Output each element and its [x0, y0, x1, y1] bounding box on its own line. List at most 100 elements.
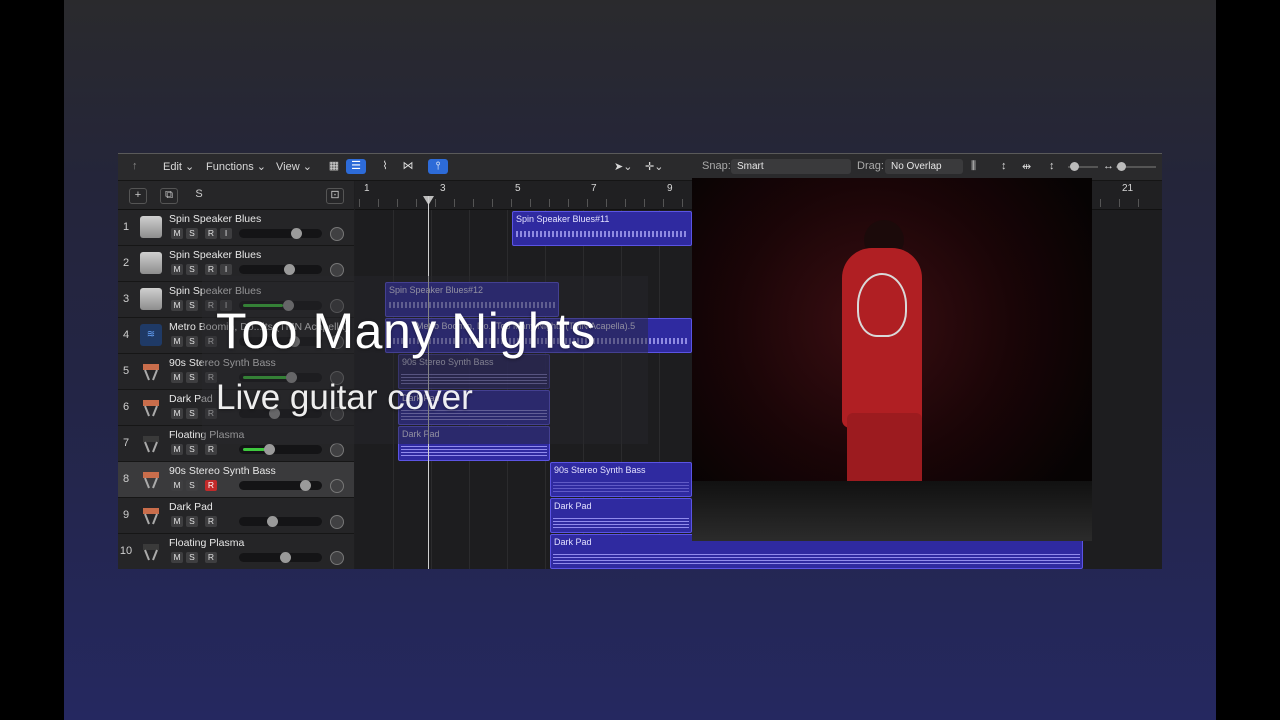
mute-button[interactable]: M	[171, 264, 183, 275]
list-view-icon[interactable]: ☰	[346, 159, 366, 174]
mute-button[interactable]: M	[171, 228, 183, 239]
pan-knob[interactable]	[330, 227, 344, 241]
view-menu[interactable]: View ⌄	[276, 160, 312, 173]
edit-menu[interactable]: Edit ⌄	[163, 160, 194, 173]
volume-fader[interactable]	[239, 264, 322, 275]
input-monitor-button[interactable]: I	[220, 264, 232, 275]
ruler-tick	[530, 199, 531, 207]
track-number: 5	[122, 365, 130, 377]
ruler-tick	[549, 199, 550, 207]
ruler-tick	[378, 199, 379, 207]
functions-menu[interactable]: Functions ⌄	[206, 160, 266, 173]
bar-number: 7	[591, 183, 597, 194]
snap-select[interactable]: Smart	[731, 159, 851, 174]
record-enable-button[interactable]: R	[205, 480, 217, 491]
mute-button[interactable]: M	[171, 336, 183, 347]
synth-icon	[140, 540, 162, 562]
solo-button[interactable]: S	[186, 552, 198, 563]
region-label: Spin Speaker Blues#11	[516, 214, 610, 224]
ruler-tick	[568, 199, 569, 207]
solo-button[interactable]: S	[186, 408, 198, 419]
add-track-button[interactable]: +	[129, 188, 147, 204]
track-number: 6	[122, 401, 130, 413]
vertical-zoom-slider[interactable]	[1068, 162, 1098, 171]
track-name[interactable]: 90s Stereo Synth Bass	[169, 465, 276, 477]
mute-button[interactable]: M	[171, 552, 183, 563]
pencil-tool-icon[interactable]: ✛⌄	[645, 160, 663, 173]
track-number: 7	[122, 437, 130, 449]
bar-number: 1	[364, 183, 370, 194]
audio-region[interactable]: Spin Speaker Blues#11	[512, 211, 692, 246]
track-row-selected[interactable]: 8 90s Stereo Synth Bass M S R	[118, 462, 354, 498]
stage-floor	[692, 481, 1092, 541]
solo-button[interactable]: S	[186, 516, 198, 527]
solo-button[interactable]: S	[186, 300, 198, 311]
ruler-tick	[492, 199, 493, 207]
volume-fader[interactable]	[239, 480, 322, 491]
pan-knob[interactable]	[330, 263, 344, 277]
mute-button[interactable]: M	[171, 372, 183, 383]
pan-knob[interactable]	[330, 443, 344, 457]
pan-knob[interactable]	[330, 515, 344, 529]
track-name[interactable]: Spin Speaker Blues	[169, 213, 261, 225]
global-tracks-icon[interactable]: ⊡	[326, 188, 344, 204]
volume-fader[interactable]	[239, 516, 322, 527]
solo-button[interactable]: S	[186, 336, 198, 347]
amp-icon	[140, 252, 162, 274]
record-button[interactable]: R	[205, 444, 217, 455]
amp-icon	[140, 216, 162, 238]
ruler-tick	[644, 199, 645, 207]
midi-region[interactable]: 90s Stereo Synth Bass	[550, 462, 692, 497]
solo-button[interactable]: S	[186, 228, 198, 239]
bar-number: 5	[515, 183, 521, 194]
horizontal-fit-icon[interactable]: ⇹	[1022, 160, 1031, 173]
record-button[interactable]: R	[205, 264, 217, 275]
record-button[interactable]: R	[205, 516, 217, 527]
bar-number: 9	[667, 183, 673, 194]
input-monitor-button[interactable]: I	[220, 228, 232, 239]
horizontal-zoom-icon[interactable]: ↔	[1103, 160, 1114, 172]
pan-knob[interactable]	[330, 479, 344, 493]
pointer-tool-icon[interactable]: ➤⌄	[614, 160, 632, 173]
track-name[interactable]: Floating Plasma	[169, 537, 244, 549]
solo-button[interactable]: S	[186, 264, 198, 275]
pan-knob[interactable]	[330, 551, 344, 565]
solo-all-button[interactable]: S	[191, 188, 207, 202]
back-arrow-icon[interactable]: ↑	[132, 160, 138, 172]
track-row[interactable]: 10 Floating Plasma M S R	[118, 534, 354, 569]
ruler-tick	[1100, 199, 1101, 207]
mute-button[interactable]: M	[171, 516, 183, 527]
synth-icon	[140, 432, 162, 454]
mute-button[interactable]: M	[171, 480, 183, 491]
ruler-tick	[587, 199, 588, 207]
waveform-zoom-icon[interactable]: ⫼	[971, 160, 976, 173]
record-button[interactable]: R	[205, 552, 217, 563]
track-number: 4	[122, 329, 130, 341]
drag-select[interactable]: No Overlap	[885, 159, 963, 174]
record-button[interactable]: R	[205, 228, 217, 239]
horizontal-zoom-slider[interactable]	[1116, 162, 1156, 171]
track-name[interactable]: Dark Pad	[169, 501, 213, 513]
ruler-tick	[606, 199, 607, 207]
solo-button[interactable]: S	[186, 444, 198, 455]
automation-icon[interactable]: ⌇	[375, 159, 395, 174]
track-height-icon[interactable]: ↕	[1049, 160, 1055, 172]
ruler-tick	[435, 199, 436, 207]
mute-button[interactable]: M	[171, 444, 183, 455]
flex-icon[interactable]: ⋈	[398, 159, 418, 174]
solo-button[interactable]: S	[186, 372, 198, 383]
track-name[interactable]: Spin Speaker Blues	[169, 249, 261, 261]
solo-button[interactable]: S	[186, 480, 198, 491]
volume-fader[interactable]	[239, 228, 322, 239]
midi-region[interactable]: Dark Pad	[550, 498, 692, 533]
track-row[interactable]: 1 Spin Speaker Blues M S R I	[118, 210, 354, 246]
mute-button[interactable]: M	[171, 408, 183, 419]
vertical-zoom-icon[interactable]: ↕	[1001, 160, 1007, 172]
volume-fader[interactable]	[239, 444, 322, 455]
duplicate-track-icon[interactable]: ⧉	[160, 188, 178, 204]
mute-button[interactable]: M	[171, 300, 183, 311]
catch-playhead-icon[interactable]: ⫯	[428, 159, 448, 174]
track-row[interactable]: 9 Dark Pad M S R	[118, 498, 354, 534]
grid-view-icon[interactable]: ▦	[324, 159, 344, 174]
volume-fader[interactable]	[239, 552, 322, 563]
